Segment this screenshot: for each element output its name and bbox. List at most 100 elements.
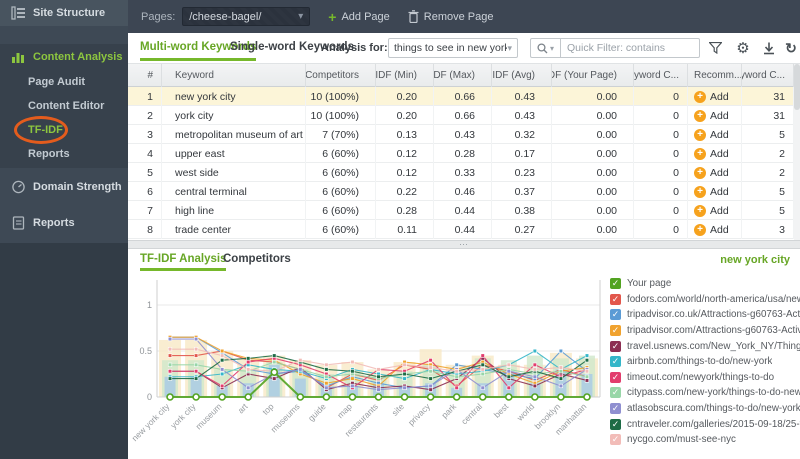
add-keyword-button[interactable]: + Add — [688, 87, 742, 106]
page-selector[interactable]: /cheese-bagel/ ▾ — [182, 7, 311, 26]
svg-text:map: map — [335, 401, 354, 420]
column-header[interactable]: # — [128, 64, 162, 87]
add-plus-icon: + — [694, 166, 706, 179]
table-cell-keyword_count: 0 — [634, 106, 688, 125]
table-cell-tfidf_avg: 0.37 — [492, 182, 552, 201]
column-header[interactable]: TF-IDF (Max) — [434, 64, 492, 87]
table-cell-keyword_count: 0 — [634, 87, 688, 106]
column-header[interactable]: Keyword C... — [742, 64, 794, 87]
sidebar-item-reports-sub[interactable]: Reports — [0, 142, 128, 166]
column-header[interactable]: Keyword — [162, 64, 306, 87]
legend-checkbox[interactable]: ✓ — [610, 293, 621, 305]
sidebar-item-reports[interactable]: Reports — [0, 204, 128, 242]
legend-label: cntraveler.com/galleries/2015-09-18/25-t… — [627, 418, 800, 430]
table-row[interactable]: 8 trade center 6 (60%) 0.11 0.44 0.27 0.00 0 + Ad… — [128, 220, 794, 239]
table-cell-competitors: 6 (60%) — [306, 182, 376, 201]
add-keyword-button[interactable]: + Add — [688, 106, 742, 125]
sidebar-item-site-structure[interactable]: Site Structure — [0, 0, 128, 26]
legend-checkbox[interactable]: ✓ — [610, 340, 621, 352]
download-icon — [764, 42, 774, 54]
add-keyword-button[interactable]: + Add — [688, 163, 742, 182]
filter-button[interactable] — [704, 37, 726, 59]
legend-item[interactable]: ✓ Your page — [610, 276, 800, 292]
legend-item[interactable]: ✓ citypass.com/new-york/things-to-do-new-… — [610, 385, 800, 401]
table-cell-keyword_count2: 3 — [742, 220, 794, 239]
remove-page-button[interactable]: Remove Page — [408, 10, 493, 23]
legend-checkbox[interactable]: ✓ — [610, 387, 621, 399]
keywords-toolbar: Multi-word Keywords Single-word Keywords… — [128, 33, 800, 64]
table-scrollbar[interactable] — [794, 64, 800, 240]
table-cell-keyword_count: 0 — [634, 201, 688, 220]
table-row[interactable]: 5 west side 6 (60%) 0.12 0.33 0.23 0.00 0 + Add 2 — [128, 163, 794, 182]
panel-splitter[interactable]: ⋯ — [128, 240, 800, 249]
legend-label: nycgo.com/must-see-nyc — [627, 434, 736, 446]
table-row[interactable]: 4 upper east 6 (60%) 0.12 0.28 0.17 0.00 0 + Add 2 — [128, 144, 794, 163]
table-cell-tfidf_min: 0.20 — [376, 106, 434, 125]
sidebar-item-tf-idf[interactable]: TF-IDF — [0, 118, 128, 142]
legend-item[interactable]: ✓ tripadvisor.co.uk/Attractions-g60763-Ac… — [610, 307, 800, 323]
table-cell-tfidf_your_page: 0.00 — [552, 106, 634, 125]
export-button[interactable] — [758, 37, 780, 59]
legend-checkbox[interactable]: ✓ — [610, 434, 621, 446]
legend-item[interactable]: ✓ atlasobscura.com/things-to-do/new-york — [610, 401, 800, 417]
table-row[interactable]: 6 central terminal 6 (60%) 0.22 0.46 0.37 0.00… — [128, 182, 794, 201]
add-page-button[interactable]: + Add Page — [328, 10, 390, 24]
table-cell-num: 1 — [128, 87, 162, 106]
legend-item[interactable]: ✓ airbnb.com/things-to-do/new-york — [610, 354, 800, 370]
settings-button[interactable]: ⚙ — [732, 37, 754, 59]
svg-text:0.5: 0.5 — [139, 346, 152, 356]
legend-checkbox[interactable]: ✓ — [610, 418, 621, 430]
legend-item[interactable]: ✓ timeout.com/newyork/things-to-do — [610, 370, 800, 386]
legend-checkbox[interactable]: ✓ — [610, 403, 621, 415]
add-keyword-button[interactable]: + Add — [688, 182, 742, 201]
column-header[interactable]: TF-IDF (Avg) — [492, 64, 552, 87]
add-keyword-button[interactable]: + Add — [688, 201, 742, 220]
add-keyword-button[interactable]: + Add — [688, 144, 742, 163]
legend-item[interactable]: ✓ fodors.com/world/north-america/usa/new-… — [610, 292, 800, 308]
legend-checkbox[interactable]: ✓ — [610, 325, 621, 337]
tab-tf-idf-analysis[interactable]: TF-IDF Analysis — [140, 249, 227, 271]
table-cell-keyword: upper east — [162, 144, 306, 163]
column-header[interactable]: Recomm... ▾ — [688, 64, 742, 87]
refresh-button[interactable]: ↻ — [780, 37, 800, 59]
legend-item[interactable]: ✓ tripadvisor.com/Attractions-g60763-Acti… — [610, 323, 800, 339]
table-row[interactable]: 1 new york city 10 (100%) 0.20 0.66 0.43 0.00 0… — [128, 87, 794, 106]
quick-filter-input[interactable] — [560, 38, 700, 58]
tab-competitors[interactable]: Competitors — [223, 249, 291, 271]
sidebar-item-domain-strength[interactable]: Domain Strength — [0, 170, 128, 204]
table-row[interactable]: 7 high line 6 (60%) 0.28 0.44 0.38 0.00 0 + Add 5 — [128, 201, 794, 220]
svg-text:guide: guide — [306, 401, 328, 423]
table-cell-tfidf_avg: 0.17 — [492, 144, 552, 163]
table-cell-num: 7 — [128, 201, 162, 220]
legend-checkbox[interactable]: ✓ — [610, 371, 621, 383]
legend-checkbox[interactable]: ✓ — [610, 356, 621, 368]
add-keyword-button[interactable]: + Add — [688, 125, 742, 144]
column-header[interactable]: Keyword C... — [634, 64, 688, 87]
table-row[interactable]: 2 york city 10 (100%) 0.20 0.66 0.43 0.00 0 + Add… — [128, 106, 794, 125]
table-cell-keyword_count: 0 — [634, 182, 688, 201]
column-header[interactable]: TF-IDF (Min) — [376, 64, 434, 87]
sidebar-item-content-analysis[interactable]: Content Analysis — [0, 44, 128, 70]
analysis-for-select[interactable]: things to see in new york ▾ — [388, 38, 518, 58]
gear-icon: ⚙ — [736, 40, 750, 57]
sidebar-item-content-editor[interactable]: Content Editor — [0, 94, 128, 118]
search-mode-button[interactable]: ▾ — [530, 38, 560, 58]
sidebar-item-label: Content Analysis — [33, 51, 123, 63]
legend-checkbox[interactable]: ✓ — [610, 278, 621, 290]
legend-item[interactable]: ✓ nycgo.com/must-see-nyc — [610, 432, 800, 448]
add-keyword-button[interactable]: + Add — [688, 220, 742, 239]
reports-icon — [12, 216, 25, 230]
svg-text:1: 1 — [147, 300, 152, 310]
legend-checkbox[interactable]: ✓ — [610, 309, 621, 321]
column-header[interactable]: TF-IDF (Your Page) — [552, 64, 634, 87]
column-header[interactable]: # of Competitors — [306, 64, 376, 87]
table-cell-tfidf_max: 0.44 — [434, 201, 492, 220]
legend-item[interactable]: ✓ cntraveler.com/galleries/2015-09-18/25-… — [610, 416, 800, 432]
table-cell-competitors: 6 (60%) — [306, 144, 376, 163]
add-plus-icon: + — [694, 223, 706, 236]
legend-item[interactable]: ✓ travel.usnews.com/New_York_NY/Things_T.… — [610, 338, 800, 354]
sidebar-item-page-audit[interactable]: Page Audit — [0, 70, 128, 94]
table-cell-tfidf_your_page: 0.00 — [552, 144, 634, 163]
table-row[interactable]: 3 metropolitan museum of art 7 (70%) 0.13 0.… — [128, 125, 794, 144]
add-plus-icon: + — [694, 109, 706, 122]
